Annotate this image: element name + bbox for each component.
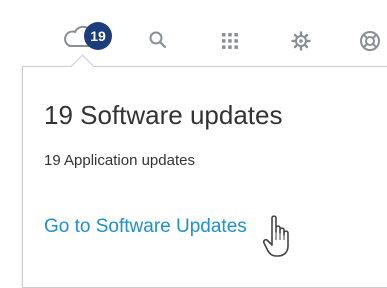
top-toolbar: 19 [0,0,387,68]
hand-pointer-cursor-icon [262,215,289,257]
go-to-software-updates-link[interactable]: Go to Software Updates [44,216,247,238]
notification-badge[interactable]: 19 [84,22,112,50]
apps-grid-icon[interactable] [220,31,240,51]
search-icon[interactable] [148,30,168,50]
application-updates-count: 19 Application updates [44,152,195,169]
gear-icon[interactable] [290,30,312,52]
help-icon[interactable] [358,29,382,53]
popover-title: 19 Software updates [44,100,283,130]
app-window: 19 19 Software updates 19 Application up… [0,0,387,288]
